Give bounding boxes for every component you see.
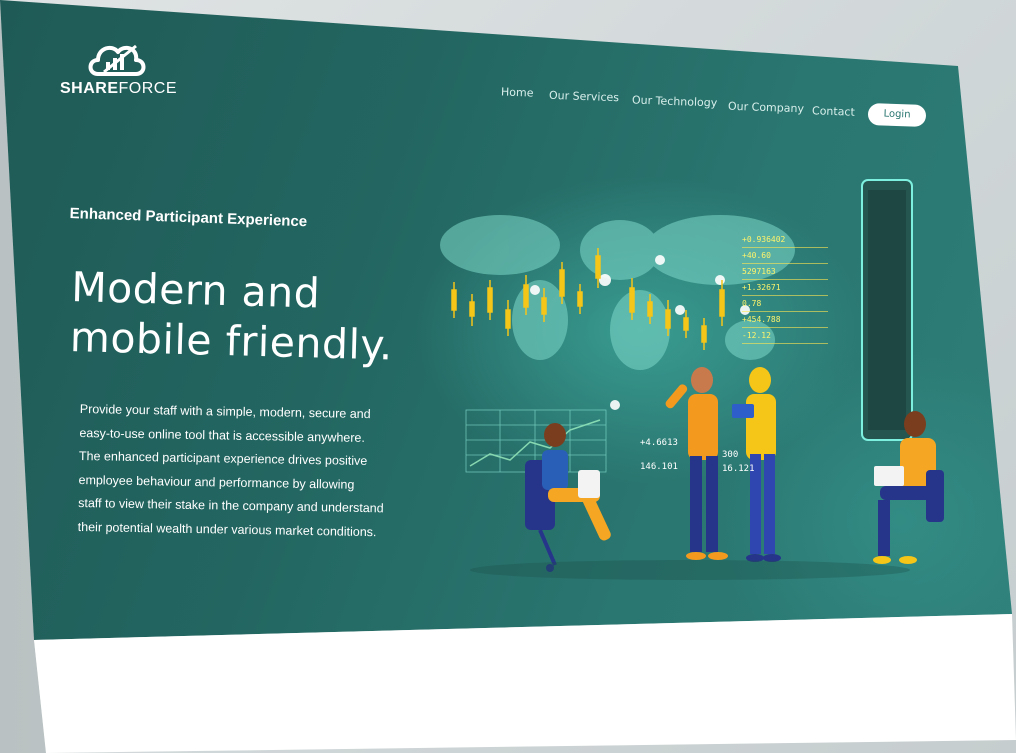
- stock-value: 0.78: [742, 296, 828, 312]
- login-button[interactable]: Login: [867, 102, 927, 128]
- hero-headline: Modern and mobile friendly.: [69, 262, 394, 370]
- headline-line-1: Modern and: [70, 262, 321, 318]
- ticker-value: 300: [722, 450, 739, 460]
- stock-value: +0.936402: [742, 232, 828, 248]
- stock-value: +1.32671: [742, 280, 828, 296]
- ticker-value: +4.6613: [640, 438, 678, 448]
- phone-device: [861, 179, 913, 441]
- tilted-monitor-screen: SHAREFORCE Home Our Services Our Technol…: [0, 0, 1016, 753]
- headline-line-2: mobile friendly.: [69, 312, 394, 370]
- seated-woman-figure: [525, 423, 611, 572]
- top-navigation: Home Our Services Our Technology Our Com…: [0, 0, 1016, 140]
- trading-team-illustration: [440, 179, 944, 580]
- stock-values-panel: +0.936402 +40.60 5297163 +1.32671 0.78 +…: [742, 232, 828, 344]
- nav-our-services[interactable]: Our Services: [549, 89, 619, 104]
- hero-body: Provide your staff with a simple, modern…: [78, 398, 420, 545]
- nav-our-company[interactable]: Our Company: [728, 100, 804, 116]
- nav-home[interactable]: Home: [501, 85, 534, 99]
- ticker-value: 146.101: [640, 462, 678, 472]
- ticker-value: 16.121: [722, 464, 755, 474]
- stock-value: -12.12: [742, 328, 828, 344]
- hero-illustration: [430, 170, 1016, 590]
- stock-value: +40.60: [742, 248, 828, 264]
- nav-contact[interactable]: Contact: [812, 104, 855, 118]
- nav-our-technology[interactable]: Our Technology: [632, 94, 718, 110]
- stock-value: 5297163: [742, 264, 828, 280]
- stock-value: +454.788: [742, 312, 828, 328]
